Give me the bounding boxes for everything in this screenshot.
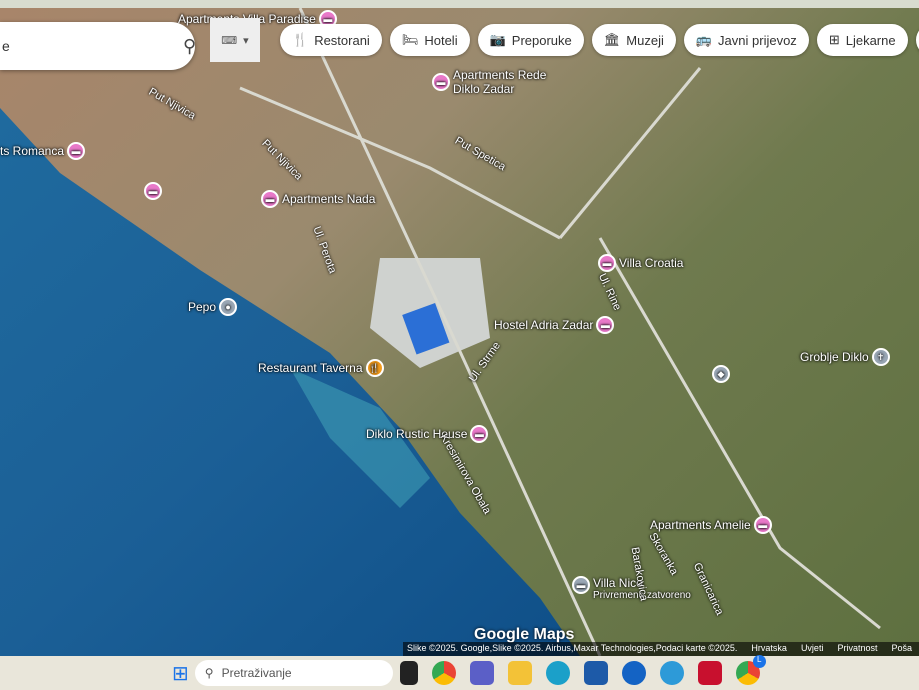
restaurant-pin-icon: 🍴 [365,359,384,377]
camera-icon: 📷 [489,32,506,47]
place-nada[interactable]: ▬ Apartments Nada [261,190,375,208]
layers-pin-icon: ◆ [712,365,730,383]
hotel-pin-icon: ▬ [67,142,86,160]
hotel-pin-icon: ▬ [470,425,489,443]
edge-icon[interactable] [545,661,570,685]
museum-icon: 🏛 [603,32,621,47]
search-input[interactable] [0,38,183,54]
bed-icon: 🛏 [401,32,419,47]
bus-icon: 🚌 [695,32,713,47]
chip-restorani[interactable]: 🍴 Restorani [280,24,382,56]
mcafee-icon[interactable] [697,661,722,685]
search-box[interactable]: ⚲ [0,22,231,70]
chrome-icon[interactable] [431,661,456,685]
hotel-pin-icon: ▬ [753,516,772,534]
place-pin-icon: ● [219,298,238,316]
hotel-pin[interactable]: ▬ [144,182,162,200]
place-rustic[interactable]: Diklo Rustic House ▬ [366,425,489,443]
sea-area [0,8,881,656]
chip-ljekarne[interactable]: ⊞ Ljekarne [816,24,908,56]
hotel-pin-icon: ▬ [432,73,450,91]
hotel-pin-icon: ▬ [261,190,279,208]
place-rede[interactable]: ▬ Apartments Rede Diklo Zadar [432,68,546,96]
screen-bezel [0,0,919,8]
place-groblje[interactable]: Groblje Diklo ✝ [800,348,890,366]
windows-start-icon[interactable]: ⊞ [172,661,189,686]
hotel-pin-icon: ▬ [572,576,590,594]
link-hrvatska[interactable]: Hrvatska [751,643,787,655]
chip-javni-prijevoz[interactable]: 🚌 Javni prijevoz [683,24,809,56]
place-amelie[interactable]: Apartments Amelie ▬ [650,516,772,534]
chevron-down-icon: ▾ [243,34,249,47]
chip-preporuke[interactable]: 📷 Preporuke [477,24,584,56]
search-icon: ⚲ [204,666,214,680]
link-uvjeti[interactable]: Uvjeti [801,643,824,655]
store-icon[interactable] [583,661,608,685]
place-hostel[interactable]: Hostel Adria Zadar ▬ [494,316,615,334]
taskbar-search[interactable]: ⚲ Pretraživanje [194,660,393,686]
category-chips: 🍴 Restorani 🛏 Hoteli 📷 Preporuke 🏛 Muzeji 🚌 J… [280,24,919,56]
hotel-pin-icon: ▬ [144,182,162,200]
satellite-map[interactable]: Apartments Villa Paradise▬ ▬Apartments R… [0,8,919,656]
chip-more[interactable] [915,24,919,56]
teams-icon[interactable] [469,661,494,685]
search-icon[interactable]: ⚲ [183,36,196,57]
input-tools-button[interactable]: ⌨ ▾ [210,18,260,62]
pharmacy-icon: ⊞ [828,32,840,47]
layer-pin[interactable]: ◆ [712,365,730,383]
link-posalji[interactable]: Poša [891,643,912,655]
hp-icon[interactable] [621,661,646,685]
place-villa-croatia[interactable]: ▬ Villa Croatia [598,254,683,272]
chip-muzeji[interactable]: 🏛 Muzeji [591,24,676,56]
place-romanca[interactable]: ts Romanca ▬ [0,142,86,160]
place-pepo[interactable]: Pepo ● [188,298,238,316]
link-privatnost[interactable]: Privatnost [837,643,877,655]
task-view-icon[interactable] [399,661,418,685]
chip-hoteli[interactable]: 🛏 Hoteli [389,24,470,56]
place-taverna[interactable]: Restaurant Taverna 🍴 [258,359,384,377]
keyboard-icon: ⌨ [221,34,238,47]
profile-badge: L [752,655,766,668]
fork-knife-icon: 🍴 [292,32,309,47]
hotel-pin-icon: ▬ [598,254,616,272]
file-explorer-icon[interactable] [507,661,532,685]
cemetery-pin-icon: ✝ [871,348,890,366]
place-nico[interactable]: ▬ Villa Nico Privremeno zatvoreno [572,576,691,601]
attribution-bar: Slike ©2025. Google,Slike ©2025. Airbus,… [403,642,919,656]
hotel-pin-icon: ▬ [596,316,615,334]
chrome-profile-icon[interactable]: L [735,655,766,685]
taskbar: ⊞ ⚲ Pretraživanje L [0,655,919,690]
help-icon[interactable] [659,661,684,685]
